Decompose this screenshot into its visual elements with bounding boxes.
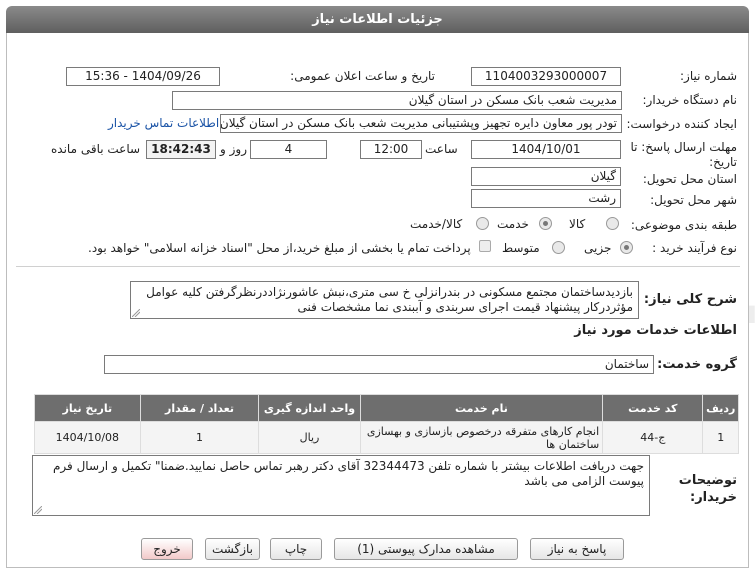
service-group-label: گروه خدمت: xyxy=(657,357,737,372)
province-field[interactable]: گیلان xyxy=(471,167,621,186)
col-quantity: تعداد / مقدار xyxy=(139,394,260,422)
buyer-notes-textarea[interactable]: جهت دریافت اطلاعات بیشتر با شماره تلفن 3… xyxy=(32,455,650,516)
buyer-org-label: نام دستگاه خریدار: xyxy=(642,93,738,107)
col-service-name: نام خدمت xyxy=(359,394,604,422)
days-field[interactable]: 4 xyxy=(250,140,327,159)
buyer-notes-label: توضیحات xyxy=(678,473,737,488)
resize-handle-icon[interactable] xyxy=(132,309,140,317)
process-label: نوع فرآیند خرید : xyxy=(652,241,737,255)
service-group-field[interactable]: ساختمان xyxy=(104,355,654,374)
city-field[interactable]: رشت xyxy=(471,189,621,208)
col-row: ردیف xyxy=(702,394,739,422)
need-number-field[interactable]: 1104003293000007 xyxy=(471,67,621,86)
need-number-label: شماره نیاز: xyxy=(680,69,737,83)
cell-quantity: 1 xyxy=(139,421,260,454)
remaining-time-field: 18:42:43 xyxy=(146,140,216,159)
deadline-date-field[interactable]: 1404/10/01 xyxy=(471,140,621,159)
category-option-goods: کالا xyxy=(569,217,586,231)
cell-service-code: ج-44 xyxy=(602,421,704,454)
time-label: ساعت xyxy=(425,142,458,156)
days-label: روز و xyxy=(220,142,247,156)
city-label: شهر محل تحویل: xyxy=(650,193,737,207)
category-radio-goods[interactable] xyxy=(606,217,619,230)
cell-unit: ریال xyxy=(258,421,361,454)
table-header-row: ردیف کد خدمت نام خدمت واحد اندازه گیری ت… xyxy=(34,394,739,422)
category-label: طبقه بندی موضوعی: xyxy=(630,218,737,232)
category-option-service: خدمت xyxy=(497,217,529,231)
print-button[interactable]: چاپ xyxy=(270,538,322,560)
description-textarea[interactable]: بازدیدساختمان مجتمع مسکونی در بندرانزلی … xyxy=(130,281,639,319)
buyer-org-field[interactable]: مدیریت شعب بانک مسکن در استان گیلان xyxy=(172,91,622,110)
announce-field[interactable]: 1404/09/26 - 15:36 xyxy=(66,67,220,86)
resize-handle-icon[interactable] xyxy=(34,506,42,514)
creator-label: ایجاد کننده درخواست: xyxy=(626,117,737,131)
treasury-checkbox[interactable] xyxy=(479,240,491,252)
process-option-medium: متوسط xyxy=(502,241,540,255)
remaining-label: ساعت باقی مانده xyxy=(51,142,141,156)
deadline-time-field[interactable]: 12:00 xyxy=(360,140,422,159)
services-table: ردیف کد خدمت نام خدمت واحد اندازه گیری ت… xyxy=(34,394,739,454)
category-radio-service[interactable] xyxy=(539,217,552,230)
page-header: جزئیات اطلاعات نیاز xyxy=(6,6,749,33)
services-section-title: اطلاعات خدمات مورد نیاز xyxy=(574,323,737,338)
cell-service-name: انجام کارهای متفرقه درخصوص بازسازی و بهس… xyxy=(359,421,604,454)
exit-button[interactable]: خروج xyxy=(141,538,193,560)
process-option-minor: جزیی xyxy=(584,241,612,255)
reply-button[interactable]: پاسخ به نیاز xyxy=(530,538,624,560)
col-unit: واحد اندازه گیری xyxy=(258,394,361,422)
col-need-date: تاریخ نیاز xyxy=(34,394,141,422)
back-button[interactable]: بازگشت xyxy=(205,538,260,560)
payment-note: پرداخت تمام یا بخشی از مبلغ خرید،از محل … xyxy=(88,241,471,255)
process-radio-minor[interactable] xyxy=(620,241,633,254)
province-label: استان محل تحویل: xyxy=(642,172,737,186)
category-radio-goods-service[interactable] xyxy=(476,217,489,230)
announce-label: تاریخ و ساعت اعلان عمومی: xyxy=(290,69,435,83)
creator-field[interactable]: تودر پور معاون دایره تجهیز وپشتیبانی مدی… xyxy=(220,114,622,133)
deadline-label: مهلت ارسال پاسخ: تا xyxy=(630,140,737,154)
deadline-date-label: تاریخ: xyxy=(709,155,737,169)
cell-need-date: 1404/10/08 xyxy=(34,421,141,454)
table-row[interactable]: 1 ج-44 انجام کارهای متفرقه درخصوص بازساز… xyxy=(34,421,739,454)
category-option-goods-service: کالا/خدمت xyxy=(410,217,463,231)
view-attachments-button[interactable]: مشاهده مدارک پیوستی (1) xyxy=(334,538,518,560)
buyer-notes-label-2: خریدار: xyxy=(690,490,737,505)
process-radio-medium[interactable] xyxy=(552,241,565,254)
cell-row: 1 xyxy=(702,421,739,454)
page-title: جزئیات اطلاعات نیاز xyxy=(312,12,443,27)
contact-buyer-link[interactable]: اطلاعات تماس خریدار xyxy=(108,116,219,130)
description-label: شرح کلی نیاز: xyxy=(643,292,737,307)
divider xyxy=(16,266,740,267)
col-service-code: کد خدمت xyxy=(602,394,704,422)
